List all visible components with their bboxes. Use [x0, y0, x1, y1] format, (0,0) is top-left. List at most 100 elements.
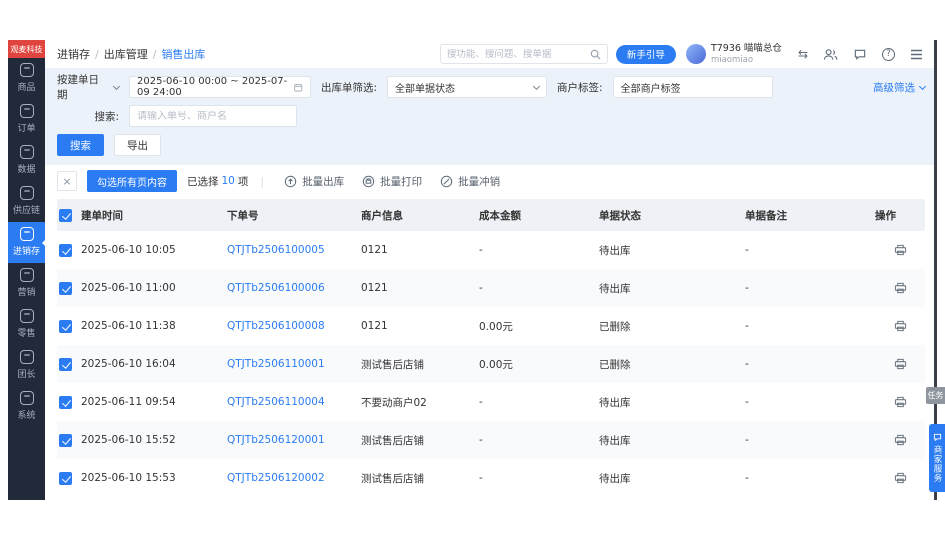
merchant-tag-label: 商户标签: — [557, 80, 603, 95]
user-menu[interactable]: T7936 喵喵总仓 miaomiao — [686, 43, 782, 65]
breadcrumb: 进销存 / 出库管理 / 销售出库 — [57, 46, 205, 62]
select-all-checkbox[interactable] — [59, 209, 72, 222]
cell-status: 已删除 — [599, 357, 745, 372]
batch-outbound-label: 批量出库 — [302, 174, 344, 189]
user-avatar[interactable] — [686, 44, 706, 64]
print-icon[interactable] — [894, 282, 907, 294]
sidebar-item[interactable]: 营销 — [8, 263, 45, 304]
row-checkbox[interactable] — [59, 320, 72, 333]
column-header-order-number[interactable]: 下单号 — [227, 208, 361, 223]
clear-selection-icon[interactable]: × — [57, 171, 77, 191]
sidebar-item[interactable]: 商品 — [8, 58, 45, 99]
batch-writeoff-button[interactable]: 批量冲销 — [440, 174, 500, 189]
print-icon[interactable] — [894, 244, 907, 256]
cell-order-number-link[interactable]: QTJTb2506110001 — [227, 358, 361, 370]
selected-count: 10 — [222, 175, 235, 187]
column-header-remark[interactable]: 单据备注 — [745, 208, 875, 223]
sidebar-item[interactable]: 供应链 — [8, 181, 45, 222]
search-icon[interactable] — [590, 49, 601, 60]
merchant-service-tab[interactable]: 商家服务 — [929, 424, 945, 492]
print-icon[interactable] — [894, 320, 907, 332]
row-checkbox[interactable] — [59, 358, 72, 371]
status-filter-label: 出库单筛选: — [321, 80, 377, 95]
cell-merchant: 测试售后店铺 — [361, 471, 479, 486]
sidebar-item[interactable]: 订单 — [8, 99, 45, 140]
sidebar-item[interactable]: 零售 — [8, 304, 45, 345]
outbound-orders-table: 建单时间 下单号 商户信息 成本金额 单据状态 单据备注 操作 2025-06-… — [57, 199, 925, 497]
message-icon[interactable] — [853, 48, 867, 61]
sidebar-item[interactable]: 进销存 — [8, 222, 45, 263]
cell-order-number-link[interactable]: QTJTb2506120001 — [227, 434, 361, 446]
cell-status: 待出库 — [599, 433, 745, 448]
keyword-search-box[interactable] — [129, 105, 297, 127]
column-header-status[interactable]: 单据状态 — [599, 208, 745, 223]
filter-panel: 按建单日期 2025-06-10 00:00 ~ 2025-07-09 24:0… — [45, 68, 937, 165]
cell-order-number-link[interactable]: QTJTb2506100006 — [227, 282, 361, 294]
cell-merchant: 0121 — [361, 244, 479, 256]
print-icon[interactable] — [894, 434, 907, 446]
cell-remark: - — [745, 396, 875, 408]
row-checkbox[interactable] — [59, 244, 72, 257]
status-select[interactable]: 全部单据状态 — [387, 76, 547, 98]
global-search[interactable] — [440, 44, 608, 64]
merchant-tag-select[interactable]: 全部商户标签 — [613, 76, 773, 98]
sidebar-item[interactable]: 数据 — [8, 140, 45, 181]
guide-button[interactable]: 新手引导 — [616, 45, 676, 64]
sidebar-item-label: 订单 — [17, 121, 35, 134]
sidebar-item-icon — [20, 104, 34, 118]
sidebar-item-icon — [20, 227, 34, 241]
keyword-search-input[interactable] — [137, 111, 289, 122]
batch-print-button[interactable]: 批量打印 — [362, 174, 422, 189]
batch-outbound-button[interactable]: 批量出库 — [284, 174, 344, 189]
cell-order-number-link[interactable]: QTJTb2506100005 — [227, 244, 361, 256]
sidebar-item-icon — [20, 63, 34, 77]
row-checkbox[interactable] — [59, 396, 72, 409]
calendar-icon — [294, 82, 303, 93]
cell-order-number-link[interactable]: QTJTb2506110004 — [227, 396, 361, 408]
print-icon[interactable] — [894, 472, 907, 484]
task-tab[interactable]: 任务 — [926, 387, 945, 404]
row-checkbox[interactable] — [59, 282, 72, 295]
cell-remark: - — [745, 472, 875, 484]
users-icon[interactable] — [823, 48, 838, 61]
breadcrumb-separator: / — [153, 48, 157, 61]
global-search-input[interactable] — [447, 49, 586, 60]
column-header-created-time[interactable]: 建单时间 — [81, 208, 227, 223]
column-header-merchant[interactable]: 商户信息 — [361, 208, 479, 223]
row-checkbox[interactable] — [59, 472, 72, 485]
select-all-pages-button[interactable]: 勾选所有页内容 — [87, 170, 177, 192]
sidebar-item-icon — [20, 268, 34, 282]
switch-store-icon[interactable]: ⇆ — [798, 48, 808, 60]
print-icon[interactable] — [894, 396, 907, 408]
table-row: 2025-06-10 15:53 QTJTb2506120002 测试售后店铺 … — [57, 459, 925, 497]
cell-cost: - — [479, 244, 599, 256]
sidebar-item-label: 营销 — [17, 285, 35, 298]
cell-merchant: 测试售后店铺 — [361, 433, 479, 448]
help-icon[interactable]: ? — [882, 48, 895, 61]
table-row: 2025-06-10 10:05 QTJTb2506100005 0121 - … — [57, 231, 925, 269]
cell-status: 已删除 — [599, 319, 745, 334]
cell-remark: - — [745, 358, 875, 370]
breadcrumb-item[interactable]: 进销存 — [57, 46, 90, 62]
breadcrumb-item[interactable]: 出库管理 — [104, 46, 148, 62]
cell-order-number-link[interactable]: QTJTb2506100008 — [227, 320, 361, 332]
column-header-actions: 操作 — [875, 208, 925, 223]
print-icon[interactable] — [894, 358, 907, 370]
column-header-cost[interactable]: 成本金额 — [479, 208, 599, 223]
sidebar-item-label: 团长 — [17, 367, 35, 380]
user-name: T7936 喵喵总仓 — [711, 43, 782, 54]
user-account: miaomiao — [711, 55, 782, 65]
menu-icon[interactable] — [910, 49, 923, 60]
sidebar-item-label: 进销存 — [13, 244, 40, 257]
row-checkbox[interactable] — [59, 434, 72, 447]
export-button[interactable]: 导出 — [114, 134, 161, 156]
sidebar-item[interactable]: 团长 — [8, 345, 45, 386]
advanced-filter-link[interactable]: 高级筛选 — [873, 80, 925, 95]
outbound-icon — [284, 175, 297, 188]
date-type-dropdown[interactable]: 按建单日期 — [57, 72, 119, 102]
sidebar-item-label: 数据 — [17, 162, 35, 175]
search-button[interactable]: 搜索 — [57, 134, 104, 156]
cell-order-number-link[interactable]: QTJTb2506120002 — [227, 472, 361, 484]
date-range-input[interactable]: 2025-06-10 00:00 ~ 2025-07-09 24:00 — [129, 76, 311, 98]
sidebar-item[interactable]: 系统 — [8, 386, 45, 427]
